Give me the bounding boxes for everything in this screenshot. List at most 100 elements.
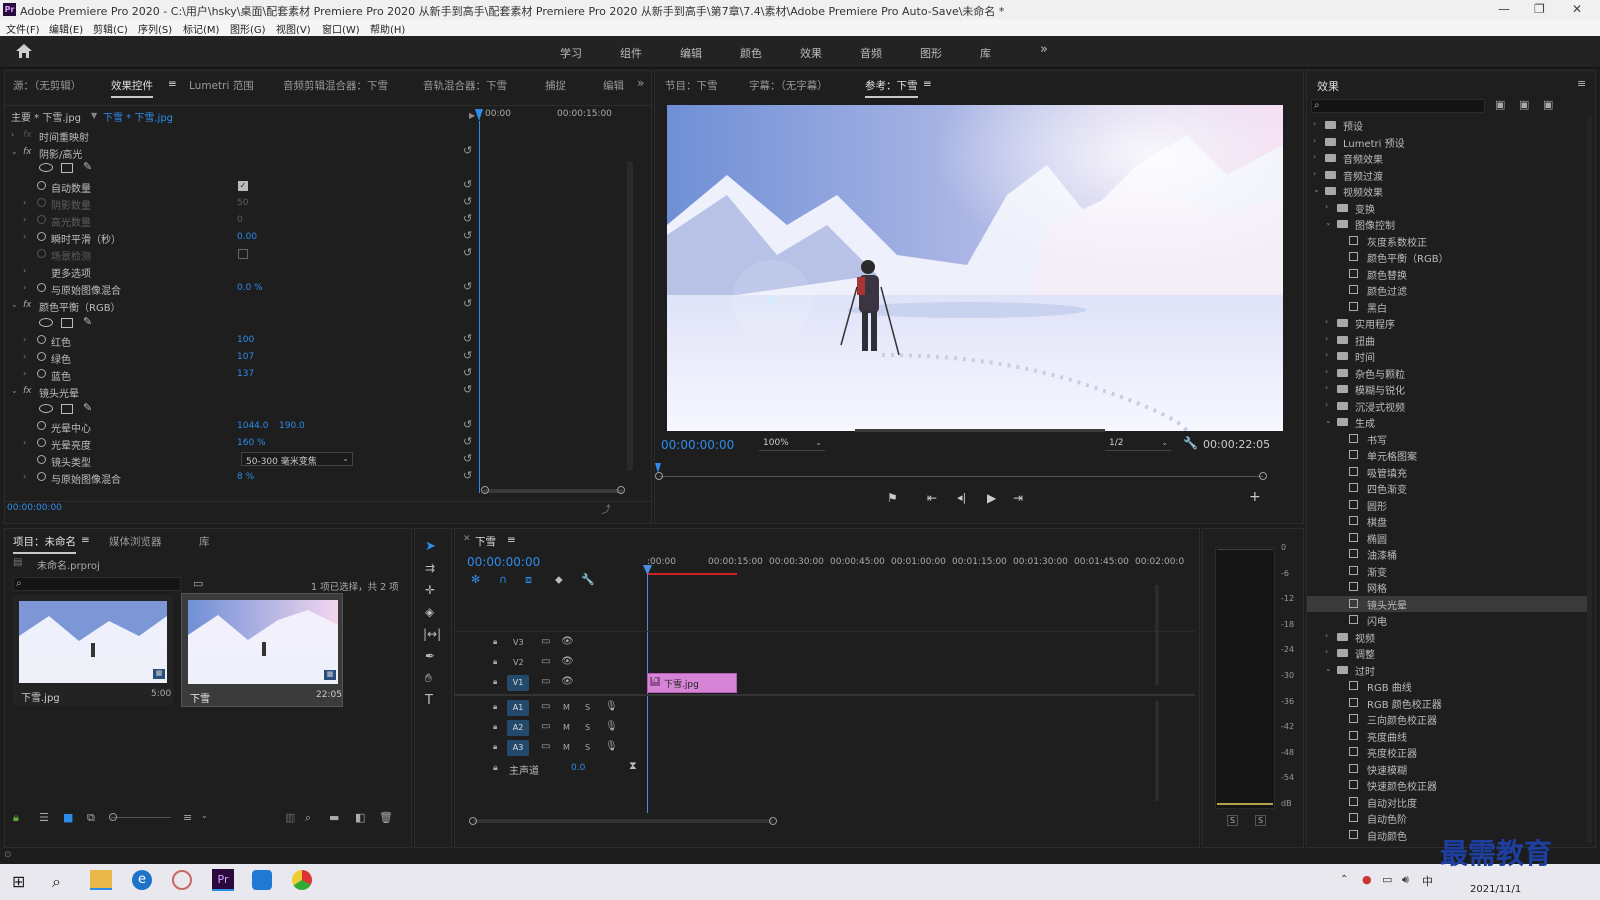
expand-icon[interactable]: › <box>1325 631 1328 640</box>
solo-right-button[interactable]: S <box>1255 815 1267 826</box>
nest-icon[interactable]: ✻ <box>471 573 480 586</box>
program-video-frame[interactable] <box>667 105 1283 431</box>
solo-button[interactable]: S <box>585 703 590 712</box>
reset-icon[interactable]: ↺ <box>463 178 472 191</box>
effects-tree-item[interactable]: 快速颜色校正器 <box>1307 777 1587 793</box>
timeline-settings-icon[interactable]: 🔧 <box>581 573 595 586</box>
flare-center-y[interactable]: 190.0 <box>279 421 305 431</box>
expand-icon[interactable]: › <box>1325 350 1328 359</box>
play-only-icon[interactable]: ▶ <box>469 111 475 120</box>
ime-language[interactable]: 中 <box>1422 873 1433 889</box>
slip-tool-icon[interactable]: |↔| <box>423 627 441 641</box>
ellipse-mask-icon[interactable] <box>39 318 53 327</box>
track-target[interactable]: A2 <box>507 720 529 736</box>
effects-tree-item[interactable]: 闪电 <box>1307 612 1587 628</box>
effects-tree-item[interactable]: › 视频 <box>1307 629 1587 645</box>
eye-icon[interactable]: 👁︎ <box>561 676 574 687</box>
effects-tree-item[interactable]: 渐变 <box>1307 563 1587 579</box>
effects-tree-item[interactable]: › 变换 <box>1307 200 1587 216</box>
track-target[interactable]: A3 <box>507 740 529 756</box>
ellipse-mask-icon[interactable] <box>39 163 53 172</box>
tab-sequence[interactable]: 下雪 <box>475 534 496 549</box>
effects-tree-item[interactable]: ⌄ 生成 <box>1307 414 1587 430</box>
program-timecode[interactable]: 00:00:00:00 <box>661 438 734 452</box>
automate-to-sequence-icon[interactable]: ▥ <box>285 811 295 824</box>
stopwatch-icon[interactable] <box>37 438 46 447</box>
master-clip-label[interactable]: 主要 * 下雪.jpg <box>11 109 81 124</box>
zoom-handle-left[interactable] <box>469 817 477 825</box>
solo-button[interactable]: S <box>585 723 590 732</box>
timeline-zoom-scrollbar[interactable] <box>473 819 773 823</box>
sort-icons-icon[interactable]: ≡ <box>183 811 192 824</box>
effects-tree-item[interactable]: › 模糊与锐化 <box>1307 381 1587 397</box>
expand-icon[interactable]: › <box>23 369 26 378</box>
minimize-icon[interactable]: — <box>1498 2 1510 16</box>
ellipse-mask-icon[interactable] <box>39 404 53 413</box>
timeline-ruler[interactable]: :00:00 00:00:15:00 00:00:30:00 00:00:45:00 0… <box>647 555 1187 579</box>
effects-tree-item[interactable]: 网格 <box>1307 579 1587 595</box>
collapse-icon[interactable]: ⌄ <box>1325 664 1332 673</box>
reset-icon[interactable]: ↺ <box>463 435 472 448</box>
tab-audio-clip-mixer[interactable]: 音频剪辑混合器：下雪 <box>283 78 388 93</box>
list-view-icon[interactable]: ☰ <box>39 811 49 824</box>
add-marker-icon[interactable]: ⬥ <box>555 573 563 587</box>
playhead-line[interactable] <box>479 121 480 493</box>
expand-icon[interactable]: › <box>23 215 26 224</box>
expand-icon[interactable]: › <box>1325 383 1328 392</box>
tab-effect-controls[interactable]: 效果控件 <box>111 78 153 98</box>
solo-left-button[interactable]: S <box>1227 815 1239 826</box>
tab-libraries[interactable]: 库 <box>199 534 210 549</box>
button-editor-icon[interactable]: + <box>1249 489 1261 505</box>
reset-icon[interactable]: ↺ <box>463 469 472 482</box>
auto-amount-checkbox[interactable]: ✓ <box>238 181 248 191</box>
project-item-sequence[interactable]: ▦ 下雪 22:05 <box>181 593 343 707</box>
yuv-effects-icon[interactable]: ▣ <box>1543 98 1553 111</box>
vertical-scrollbar[interactable] <box>1587 117 1592 843</box>
go-to-out-icon[interactable]: ⇥ <box>1013 491 1023 505</box>
expand-icon[interactable]: › <box>23 352 26 361</box>
accelerated-effects-icon[interactable]: ▣ <box>1495 98 1505 111</box>
mute-button[interactable]: M <box>563 723 570 732</box>
stopwatch-icon[interactable] <box>37 335 46 344</box>
zoom-handle-right[interactable] <box>617 486 625 494</box>
stopwatch-icon[interactable] <box>37 283 46 292</box>
playhead-handle[interactable] <box>475 109 483 121</box>
fx-icon[interactable]: fx <box>23 386 32 396</box>
effects-tree-item[interactable]: › 沉浸式视频 <box>1307 398 1587 414</box>
expand-icon[interactable]: › <box>23 335 26 344</box>
menu-graphics[interactable]: 图形(G) <box>230 21 266 36</box>
program-scrubber[interactable] <box>659 476 1263 477</box>
effects-tree-item[interactable]: 灰度系数校正 <box>1307 233 1587 249</box>
microphone-icon[interactable]: 🎙︎ <box>605 741 618 752</box>
workspace-graphics[interactable]: 图形 <box>920 45 942 61</box>
export-frame-icon[interactable]: ⤴ <box>601 501 611 516</box>
stopwatch-icon[interactable] <box>37 352 46 361</box>
workspace-effects[interactable]: 效果 <box>800 45 822 61</box>
chevron-down-icon[interactable]: ▼ <box>91 111 97 120</box>
expand-icon[interactable]: › <box>23 438 26 447</box>
collapse-icon[interactable]: ⌄ <box>11 147 18 156</box>
app-taskbar-icon[interactable] <box>252 870 272 890</box>
rectangle-mask-icon[interactable] <box>61 404 73 414</box>
tab-captions[interactable]: 字幕：（无字幕） <box>749 78 828 93</box>
chrome-browser-icon[interactable] <box>292 870 312 890</box>
timeline-timecode[interactable]: 00:00:00:00 <box>467 555 540 569</box>
blue-value[interactable]: 137 <box>237 369 254 379</box>
workspace-editing[interactable]: 编辑 <box>680 45 702 61</box>
reset-icon[interactable]: ↺ <box>463 383 472 396</box>
tab-program[interactable]: 节目：下雪 <box>665 78 718 93</box>
pen-mask-icon[interactable]: ✎ <box>83 401 92 414</box>
rectangle-mask-icon[interactable] <box>61 163 73 173</box>
effects-tree-item[interactable]: › 扭曲 <box>1307 332 1587 348</box>
effects-tree-item[interactable]: 颜色平衡（RGB） <box>1307 249 1587 265</box>
new-bin-icon[interactable]: ▬ <box>329 811 339 824</box>
effects-tree-item[interactable]: RGB 曲线 <box>1307 678 1587 694</box>
effects-tree-item[interactable]: › 调整 <box>1307 645 1587 661</box>
temporal-smooth-value[interactable]: 0.00 <box>237 232 257 242</box>
track-target[interactable]: V3 <box>513 638 524 647</box>
pen-mask-icon[interactable]: ✎ <box>83 315 92 328</box>
microphone-icon[interactable]: 🎙︎ <box>605 701 618 712</box>
collapse-icon[interactable]: ⌄ <box>1325 218 1332 227</box>
slider-handle[interactable] <box>109 813 117 821</box>
video-scrollbar[interactable] <box>1155 585 1159 685</box>
